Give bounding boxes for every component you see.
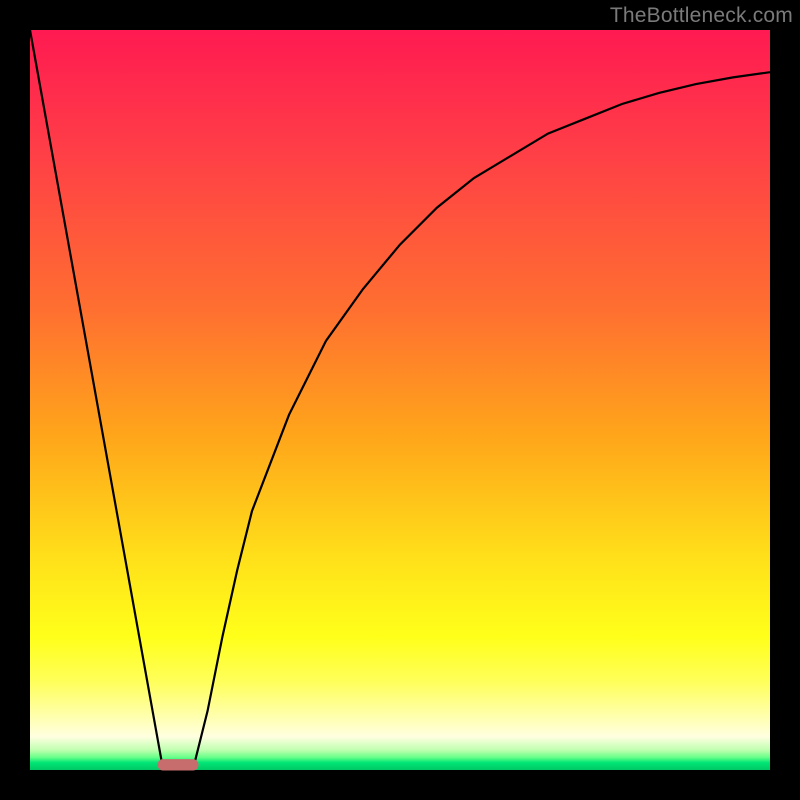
bottleneck-marker	[158, 760, 198, 770]
plot-area	[30, 30, 770, 770]
curve-right-ascent	[193, 72, 770, 770]
curve-left-descent	[30, 30, 163, 770]
frame-left	[0, 0, 30, 800]
chart-svg	[30, 30, 770, 770]
frame-right	[770, 0, 800, 800]
frame-bottom	[0, 770, 800, 800]
watermark-text: TheBottleneck.com	[610, 4, 793, 28]
